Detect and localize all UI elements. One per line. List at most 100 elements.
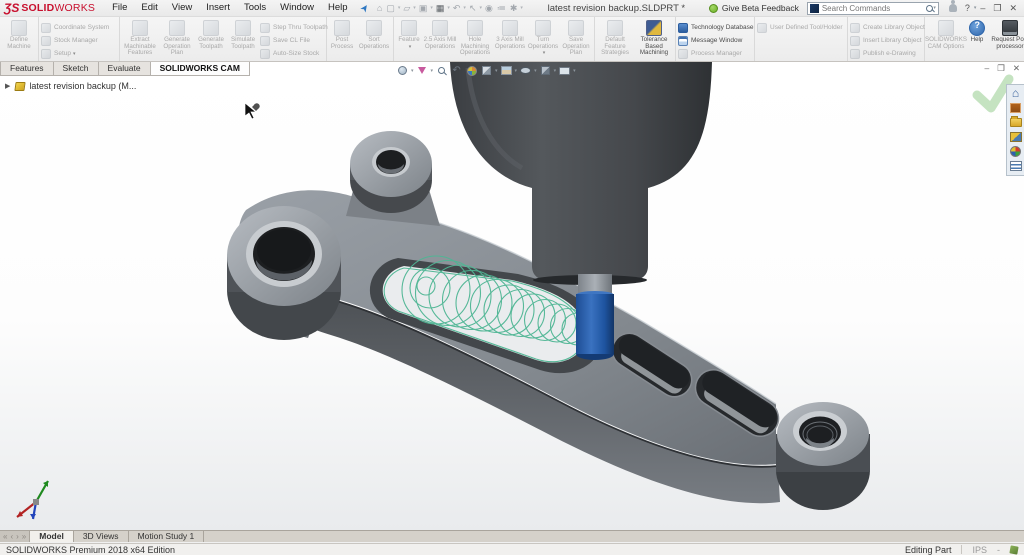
restore-button[interactable]: ❐ bbox=[989, 3, 1005, 14]
close-button[interactable]: ✕ bbox=[1005, 3, 1021, 14]
menu-help[interactable]: Help bbox=[321, 0, 355, 16]
edit-appearance-icon[interactable] bbox=[465, 64, 478, 77]
auto-size-stock-button[interactable]: Auto-Size Stock bbox=[259, 47, 325, 60]
home-icon[interactable]: ⌂ bbox=[377, 3, 382, 13]
confirmation-check-icon[interactable] bbox=[977, 79, 1009, 108]
options-icon[interactable]: ✱ bbox=[510, 3, 518, 14]
file-properties-icon[interactable]: ≔ bbox=[497, 3, 506, 14]
turn-operations-caret-icon[interactable]: ▾ bbox=[543, 50, 546, 57]
doc-close-button[interactable]: ✕ bbox=[1013, 63, 1020, 74]
viewport-3d-scene[interactable] bbox=[0, 62, 1024, 530]
search-commands-box[interactable]: ▾ bbox=[807, 2, 939, 15]
view-settings-icon[interactable] bbox=[558, 64, 571, 77]
tab-features[interactable]: Features bbox=[0, 62, 54, 76]
tab-nav-last-icon[interactable]: » bbox=[22, 532, 26, 541]
tab-nav-first-icon[interactable]: « bbox=[3, 532, 7, 541]
appearances-scenes-icon[interactable] bbox=[1009, 145, 1022, 157]
tab-evaluate[interactable]: Evaluate bbox=[98, 62, 151, 76]
custom-properties-tag-icon[interactable] bbox=[1009, 545, 1018, 554]
minimize-button[interactable]: – bbox=[976, 3, 989, 13]
unit-system-caret[interactable]: - bbox=[997, 545, 1000, 555]
stock-manager-button[interactable]: Stock Manager bbox=[40, 34, 118, 47]
feature-caret-icon[interactable]: ▾ bbox=[409, 44, 412, 51]
resources-home-icon[interactable]: ⌂ bbox=[1009, 87, 1022, 99]
menu-window[interactable]: Window bbox=[273, 0, 321, 16]
view-orientation-icon[interactable] bbox=[539, 64, 552, 77]
insert-library-object-button[interactable]: Insert Library Object bbox=[849, 34, 923, 47]
message-window-button[interactable]: Message Window bbox=[677, 34, 753, 47]
display-style-icon[interactable] bbox=[480, 64, 493, 77]
apply-scene-icon[interactable] bbox=[500, 64, 513, 77]
reference-triad[interactable] bbox=[17, 481, 48, 519]
menu-file[interactable]: File bbox=[105, 0, 134, 16]
create-library-object-button[interactable]: Create Library Object bbox=[849, 21, 923, 34]
open-icon[interactable]: ▱ bbox=[403, 3, 410, 14]
search-input[interactable] bbox=[822, 4, 926, 13]
step-thru-toolpath-button[interactable]: Step Thru Toolpath bbox=[259, 21, 325, 34]
tree-expand-icon[interactable]: ▶ bbox=[5, 82, 10, 90]
feature-button[interactable]: Feature▾ bbox=[395, 18, 423, 50]
sort-operations-button[interactable]: Sort Operations bbox=[356, 18, 392, 50]
extract-machinable-features-button[interactable]: Extract Machinable Features bbox=[121, 18, 159, 57]
help-ribbon-button[interactable]: Help bbox=[966, 18, 988, 44]
technology-database-button[interactable]: Technology Database bbox=[677, 21, 753, 34]
search-magnifier-icon[interactable] bbox=[926, 5, 933, 12]
graphics-viewport[interactable]: ▾ ▾ ↶ ▾ ▾ ▾ ▾ ▾ – ❐ ✕ ⌂ ▶ bbox=[0, 62, 1024, 530]
user-defined-tool-holder-button[interactable]: User Defined Tool/Holder bbox=[756, 21, 846, 34]
help-button[interactable]: ? bbox=[961, 3, 974, 13]
hole-machining-operations-button[interactable]: Hole Machining Operations bbox=[457, 18, 493, 57]
custom-properties-icon[interactable] bbox=[1009, 160, 1022, 172]
publish-e-drawing-button[interactable]: Publish e-Drawing bbox=[849, 47, 923, 60]
design-library-icon[interactable] bbox=[1009, 102, 1022, 114]
coordinate-system-button[interactable]: Coordinate System bbox=[40, 21, 118, 34]
save-cl-file-button[interactable]: Save CL File bbox=[259, 34, 325, 47]
tab-nav-next-icon[interactable]: › bbox=[16, 532, 19, 541]
zoom-to-fit-icon[interactable] bbox=[396, 64, 409, 77]
tab-sketch[interactable]: Sketch bbox=[53, 62, 99, 76]
menu-view[interactable]: View bbox=[165, 0, 199, 16]
generate-toolpath-button[interactable]: Generate Toolpath bbox=[195, 18, 227, 50]
generate-operation-plan-button[interactable]: Generate Operation Plan bbox=[159, 18, 195, 57]
select-icon[interactable]: ↖ bbox=[469, 3, 477, 14]
previous-view-icon[interactable]: ↶ bbox=[450, 64, 463, 77]
tree-root-item[interactable]: latest revision backup (M... bbox=[29, 81, 136, 91]
print-icon[interactable]: ▦ bbox=[436, 3, 445, 14]
save-icon[interactable]: ▣ bbox=[419, 3, 428, 14]
setup-button[interactable]: Setup▾ bbox=[40, 47, 118, 60]
3-axis-mill-operations-button[interactable]: 3 Axis Mill Operations bbox=[493, 18, 527, 50]
tab-solidworks-cam[interactable]: SOLIDWORKS CAM bbox=[150, 62, 250, 76]
doc-minimize-button[interactable]: – bbox=[985, 63, 990, 74]
request-post-processor-button[interactable]: Request Post processor bbox=[988, 18, 1024, 50]
menu-tools[interactable]: Tools bbox=[237, 0, 273, 16]
setup-caret-icon[interactable]: ▾ bbox=[73, 51, 76, 57]
simulate-toolpath-button[interactable]: Simulate Toolpath bbox=[227, 18, 259, 50]
pin-menu-icon[interactable]: ➤ bbox=[358, 1, 372, 14]
view-palette-icon[interactable] bbox=[1009, 131, 1022, 143]
tab-model[interactable]: Model bbox=[30, 531, 74, 542]
process-manager-button[interactable]: Process Manager bbox=[677, 47, 753, 60]
cam-options-button[interactable]: SOLIDWORKS CAM Options bbox=[926, 18, 966, 50]
tab-nav-prev-icon[interactable]: ‹ bbox=[10, 532, 13, 541]
menu-edit[interactable]: Edit bbox=[134, 0, 164, 16]
post-process-button[interactable]: Post Process bbox=[328, 18, 356, 50]
beta-feedback-button[interactable]: Give Beta Feedback bbox=[709, 3, 799, 13]
define-machine-button[interactable]: Define Machine bbox=[1, 18, 37, 50]
hide-show-items-icon[interactable] bbox=[519, 64, 532, 77]
save-operation-plan-button[interactable]: Save Operation Plan bbox=[559, 18, 593, 57]
turn-operations-button[interactable]: Turn Operations▾ bbox=[527, 18, 559, 57]
new-document-icon[interactable]: ▢ bbox=[386, 3, 395, 14]
file-explorer-icon[interactable] bbox=[1009, 116, 1022, 128]
tolerance-based-machining-button[interactable]: Tolerance Based Machining bbox=[634, 18, 674, 57]
doc-restore-button[interactable]: ❐ bbox=[997, 63, 1005, 74]
undo-icon[interactable]: ↶ bbox=[453, 3, 461, 14]
menu-insert[interactable]: Insert bbox=[199, 0, 237, 16]
login-user-icon[interactable] bbox=[949, 4, 957, 12]
unit-system-selector[interactable]: IPS bbox=[972, 545, 987, 555]
section-view-icon[interactable] bbox=[416, 64, 429, 77]
default-feature-strategies-button[interactable]: Default Feature Strategies bbox=[596, 18, 634, 57]
zoom-to-area-icon[interactable] bbox=[435, 64, 448, 77]
tab-3d-views[interactable]: 3D Views bbox=[74, 531, 129, 542]
tab-motion-study-1[interactable]: Motion Study 1 bbox=[129, 531, 205, 542]
25-axis-mill-operations-button[interactable]: 2.5 Axis Mill Operations bbox=[423, 18, 457, 50]
rebuild-icon[interactable]: ◉ bbox=[485, 3, 493, 14]
